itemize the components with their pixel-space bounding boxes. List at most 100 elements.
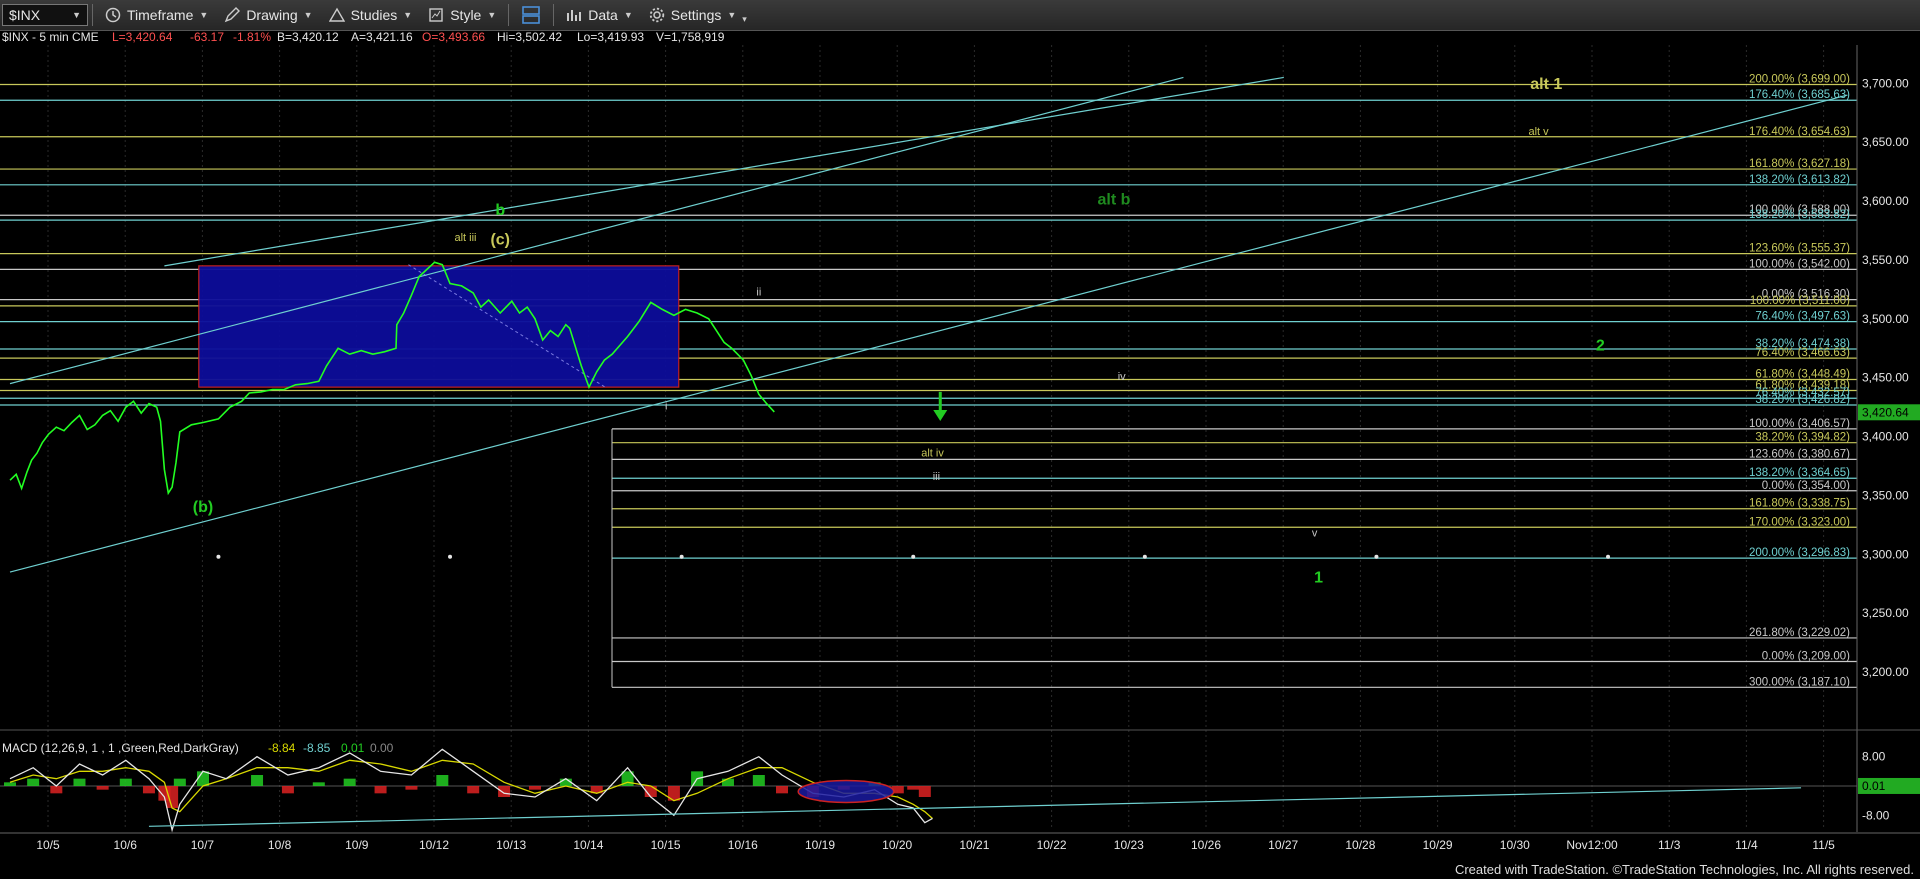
fib-label: 76.40% (3,466.63): [1755, 347, 1850, 359]
settings-label: Settings: [670, 7, 722, 23]
layout-icon: [522, 6, 541, 24]
drawing-menu[interactable]: Drawing ▼: [216, 1, 320, 29]
volume: V=1,758,919: [656, 30, 725, 44]
macd-hist-bar: [251, 775, 264, 786]
footer-copyright: Created with TradeStation. ©TradeStation…: [1454, 862, 1914, 877]
price-chart[interactable]: 200.00% (3,699.00)176.40% (3,685.63)176.…: [0, 30, 1920, 879]
ask-price: A=3,421.16: [351, 30, 413, 44]
macd-value: -8.84: [268, 741, 296, 755]
symbol-info: $INX - 5 min CME: [2, 30, 99, 44]
fib-label: 138.20% (3,583.82): [1749, 209, 1850, 221]
macd-hist-bar: [436, 775, 449, 786]
x-tick-label: 10/28: [1345, 838, 1375, 852]
macd-hist-bar: [467, 786, 480, 794]
x-tick-label: 10/12: [419, 838, 449, 852]
fib-label: 76.40% (3,497.63): [1755, 311, 1850, 323]
fib-label: 161.80% (3,338.75): [1749, 498, 1850, 510]
studies-icon: [328, 7, 345, 22]
y-tick-label: 3,650.00: [1862, 135, 1909, 149]
style-menu[interactable]: Style ▼: [420, 1, 504, 29]
macd-hist-bar: [73, 778, 86, 786]
fib-label: 200.00% (3,296.83): [1749, 547, 1850, 559]
y-tick-label: 3,500.00: [1862, 312, 1909, 326]
macd-hist-bar: [50, 786, 63, 794]
wave-label: v: [1312, 528, 1318, 540]
down-arrow-icon: [933, 409, 948, 421]
symbol-field[interactable]: $INX ▼: [2, 4, 88, 26]
wave-label: alt b: [1098, 192, 1131, 209]
chevron-down-icon: ▼: [487, 10, 497, 20]
last-price: L=3,420.64: [112, 30, 173, 44]
y-tick-label: 3,350.00: [1862, 488, 1909, 502]
open-price: O=3,493.66: [422, 30, 485, 44]
chevron-down-icon: ▼: [199, 10, 209, 20]
wave-label: 2: [1596, 338, 1605, 355]
wave-label: i: [665, 401, 667, 413]
level-marker: [679, 554, 684, 559]
fib-label: 261.80% (3,229.02): [1749, 627, 1850, 639]
chevron-down-icon: ▾: [742, 13, 747, 24]
layout-button[interactable]: [513, 1, 549, 29]
x-tick-label: 10/30: [1500, 838, 1530, 852]
high-price: Hi=3,502.42: [497, 30, 562, 44]
macd-hist-bar: [907, 786, 920, 790]
macd-hist-bar: [374, 786, 387, 794]
fib-label: 138.20% (3,364.65): [1749, 467, 1850, 479]
fib-label: 100.00% (3,542.00): [1749, 258, 1850, 270]
chevron-down-icon: ▼: [303, 10, 313, 20]
studies-menu[interactable]: Studies ▼: [321, 1, 421, 29]
settings-menu[interactable]: Settings ▼ ▾: [641, 1, 755, 29]
macd-hist-bar: [4, 782, 16, 786]
time-axis[interactable]: 10/5 10/6 10/7 10/8 10/9 10/12 10/13 10/14 10/15…: [0, 832, 1920, 852]
fib-label: 0.00% (3,209.00): [1762, 651, 1850, 663]
target-box: [198, 265, 680, 388]
x-tick-label: 10/20: [882, 838, 912, 852]
macd-hist-bar: [752, 775, 765, 786]
x-tick-label: 10/16: [728, 838, 758, 852]
wave-label: alt iii: [454, 232, 476, 244]
macd-tick-label: 8.00: [1862, 750, 1886, 764]
macd-hist-bar: [918, 786, 931, 797]
x-tick-label: 10/22: [1037, 838, 1067, 852]
macd-hist-bar: [721, 778, 734, 786]
macd-hist-bar: [528, 786, 541, 790]
x-tick-label: 10/19: [805, 838, 835, 852]
low-price: Lo=3,419.93: [577, 30, 644, 44]
x-tick-label: 10/13: [496, 838, 526, 852]
macd-hist-bar: [498, 786, 511, 797]
macd-hist-bar: [142, 786, 155, 794]
signal-value: -8.85: [303, 741, 331, 755]
macd-hist-bar: [27, 778, 40, 786]
macd-hist-bar: [312, 782, 325, 786]
hist-value: 0.01: [341, 741, 365, 755]
macd-hist-bar: [119, 778, 132, 786]
x-tick-label: 10/5: [36, 838, 60, 852]
fib-label: 38.20% (3,394.82): [1755, 432, 1850, 444]
x-tick-label: 10/14: [573, 838, 603, 852]
wave-label: (c): [490, 232, 510, 249]
y-tick-label: 3,600.00: [1862, 194, 1909, 208]
price-axis[interactable]: 3,200.00 3,250.00 3,300.00 3,350.00 3,400.00…: [1856, 45, 1920, 845]
data-label: Data: [588, 7, 618, 23]
fib-label: 200.00% (3,699.00): [1749, 74, 1850, 86]
fib-label: 170.00% (3,323.00): [1749, 516, 1850, 528]
wave-label: iii: [933, 471, 940, 483]
data-menu[interactable]: Data ▼: [558, 1, 641, 29]
macd-hist-bar: [776, 786, 788, 794]
macd-tick-label: 0.01: [1862, 779, 1886, 793]
x-tick-label: 11/5: [1812, 838, 1835, 852]
drawing-label: Drawing: [246, 7, 298, 23]
chevron-down-icon: ▼: [727, 10, 737, 20]
x-tick-label: Nov12:00: [1566, 838, 1618, 852]
x-tick-label: 10/29: [1423, 838, 1453, 852]
macd-hist-bar: [197, 771, 209, 786]
chevron-down-icon[interactable]: ▼: [72, 10, 81, 20]
macd-title: MACD (12,26,9, 1 , 1 ,Green,Red,DarkGray…: [2, 741, 239, 755]
timeframe-menu[interactable]: Timeframe ▼: [97, 1, 216, 29]
y-tick-label: 3,250.00: [1862, 606, 1909, 620]
y-tick-label: 3,300.00: [1862, 547, 1909, 561]
level-marker: [1374, 554, 1379, 559]
y-tick-label: 3,200.00: [1862, 665, 1909, 679]
wave-label: (b): [193, 499, 213, 516]
pct-change: -1.81%: [233, 30, 271, 44]
